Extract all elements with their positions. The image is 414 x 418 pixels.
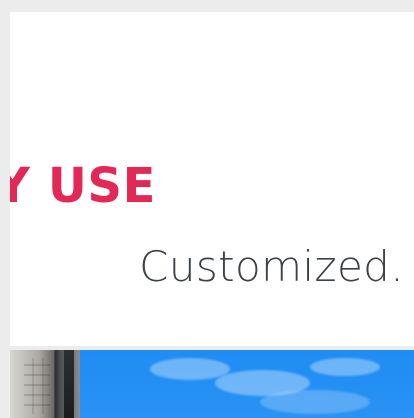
page-viewport: AY USE Customized. [0, 0, 414, 418]
cloud-shape [310, 358, 380, 376]
cloud-shape [260, 390, 370, 414]
building-windows [24, 358, 50, 414]
hero-headline: AY USE [10, 158, 156, 214]
building-sky-image [10, 350, 414, 418]
cloud-shape [150, 358, 230, 380]
hero-section: AY USE Customized. [10, 12, 414, 346]
hero-subline: Customized. [139, 242, 404, 291]
building-shadow [64, 350, 74, 418]
